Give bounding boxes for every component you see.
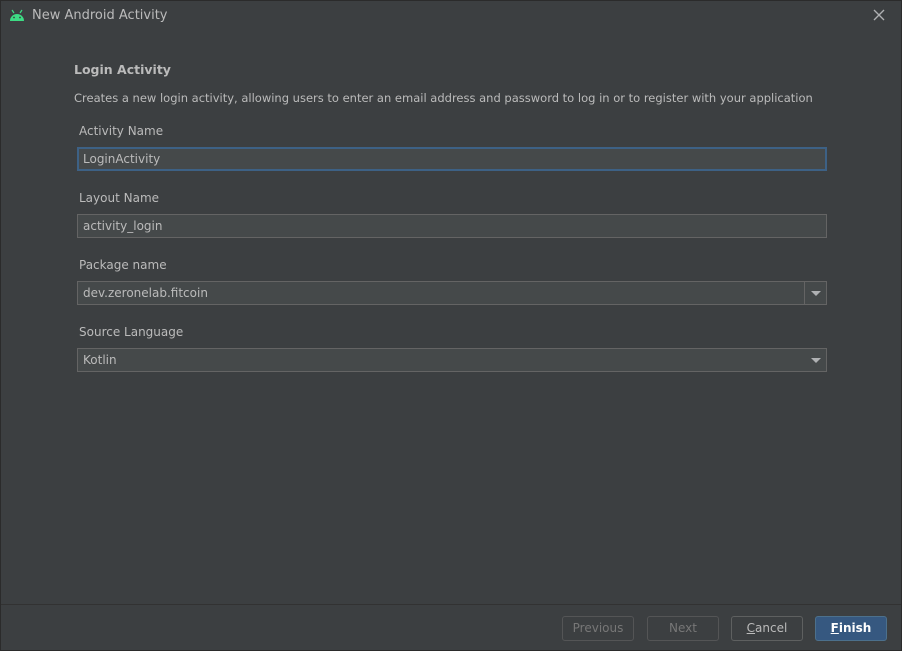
new-activity-dialog: New Android Activity Login Activity Crea… <box>0 0 902 651</box>
template-description: Creates a new login activity, allowing u… <box>74 91 813 105</box>
template-heading: Login Activity <box>74 62 171 77</box>
chevron-down-icon <box>811 291 821 296</box>
footer-divider <box>1 604 901 605</box>
source-language-value: Kotlin <box>83 353 117 367</box>
title-bar: New Android Activity <box>1 1 901 31</box>
package-name-combo[interactable]: dev.zeronelab.fitcoin <box>77 281 827 305</box>
previous-button[interactable]: Previous <box>562 616 634 641</box>
package-name-dropdown-button[interactable] <box>804 282 826 304</box>
cancel-button[interactable]: Cancel <box>731 616 803 641</box>
next-button[interactable]: Next <box>647 616 719 641</box>
android-icon <box>10 9 24 21</box>
chevron-down-icon <box>811 358 821 363</box>
window-title: New Android Activity <box>32 8 168 23</box>
source-language-label: Source Language <box>79 325 184 339</box>
source-language-dropdown-button[interactable] <box>805 349 826 371</box>
finish-mnemonic: F <box>830 621 839 635</box>
finish-label: inish <box>838 621 872 635</box>
layout-name-input[interactable] <box>77 214 827 238</box>
activity-name-label: Activity Name <box>79 124 164 138</box>
finish-button[interactable]: Finish <box>815 616 887 641</box>
layout-name-label: Layout Name <box>79 191 160 205</box>
activity-name-input[interactable] <box>77 147 827 171</box>
package-name-value: dev.zeronelab.fitcoin <box>83 286 208 300</box>
cancel-mnemonic: C <box>746 621 756 635</box>
close-icon[interactable] <box>871 7 887 23</box>
package-name-label: Package name <box>79 258 167 272</box>
cancel-label: ancel <box>755 621 788 635</box>
source-language-select[interactable]: Kotlin <box>77 348 827 372</box>
